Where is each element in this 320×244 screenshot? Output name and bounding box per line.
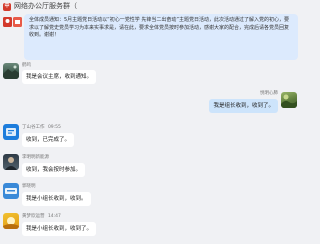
sender-name: 丁山谷工作 09:55	[22, 125, 61, 131]
portrait-avatar-icon	[5, 157, 17, 170]
app-logo-icon: 中	[3, 2, 11, 11]
announcement-avatar[interactable]	[3, 16, 23, 27]
message-bubble[interactable]: 我是会议主席，收到通知。	[22, 70, 97, 84]
nature-avatar-icon	[281, 94, 297, 108]
message-bubble[interactable]: 收到，已完成了。	[22, 133, 75, 147]
sender-name-text: 黄梦欣运营	[22, 214, 45, 219]
sender-name: 郭晓明	[22, 184, 36, 189]
sender-name: 悦明心肺	[260, 91, 278, 96]
message-time: 09:55	[47, 125, 61, 130]
sender-name: 鹤鸣	[22, 63, 31, 68]
sender-name: 李明明新能源	[22, 155, 49, 160]
group-avatar-icon	[3, 16, 22, 27]
message-bubble[interactable]: 我是组长收到，收到了。	[209, 99, 278, 113]
message-bubble[interactable]: 收到，我会按时参加。	[22, 163, 86, 177]
blue-badge-avatar-icon	[5, 188, 17, 194]
landscape-avatar-icon	[3, 65, 19, 79]
self-avatar[interactable]	[281, 92, 297, 108]
chat-title[interactable]: 网络办公厅服务群（	[14, 3, 77, 10]
sun-avatar-icon	[3, 217, 19, 229]
message-time: 14:47	[47, 214, 61, 219]
avatar[interactable]	[3, 154, 19, 170]
chat-header: 中 网络办公厅服务群（	[0, 0, 300, 13]
sender-name: 黄梦欣运营 14:47	[22, 214, 61, 220]
avatar[interactable]	[3, 124, 19, 140]
avatar[interactable]	[3, 213, 19, 229]
message-bubble[interactable]: 我是小组长收到，收到。	[22, 192, 91, 206]
avatar[interactable]	[3, 63, 19, 79]
avatar[interactable]	[3, 183, 19, 199]
message-bubble[interactable]: 我是小组长收到，收到了。	[22, 222, 97, 236]
sender-name-text: 丁山谷工作	[22, 125, 45, 130]
announcement-bubble[interactable]: 全体成员通知：5月主题党日活动以“初心一党性学 先锋当二出奋动”主题党日活动，此…	[24, 14, 298, 60]
blue-logo-avatar-icon	[6, 128, 16, 136]
